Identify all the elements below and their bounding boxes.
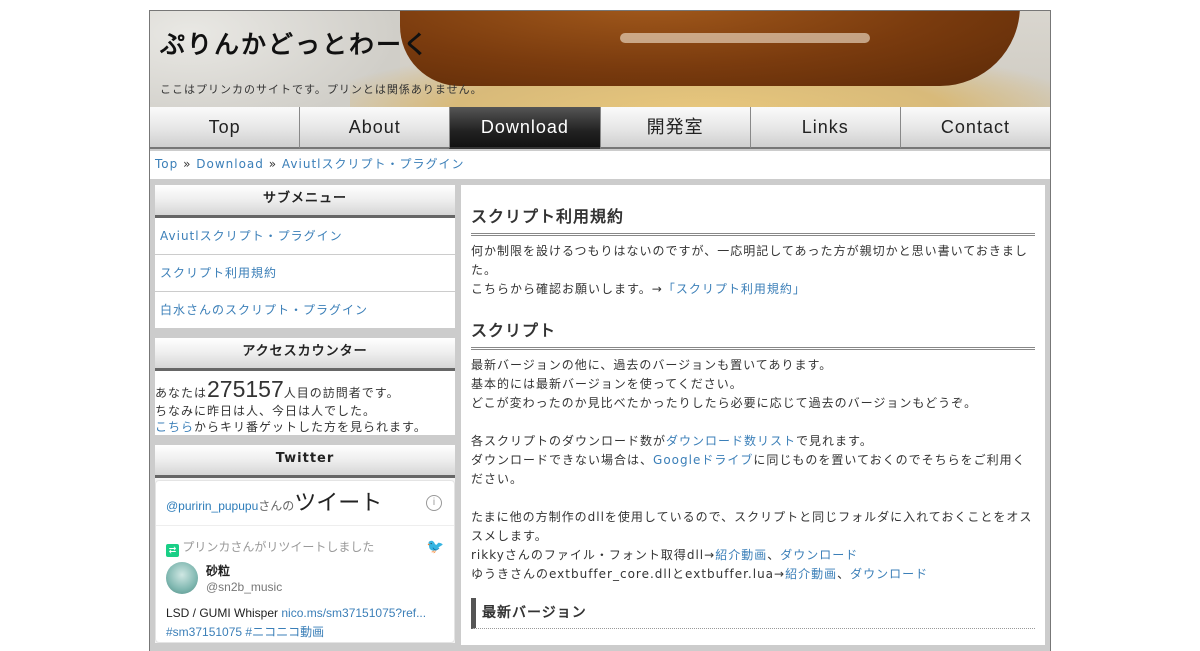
nav-dev-room[interactable]: 開発室 — [599, 107, 750, 149]
counter-line-1: あなたは275157人目の訪問者です。 — [155, 371, 455, 403]
site-header: ぷりんかどっとわーく ここはプリンカのサイトです。プリンとは関係ありません。 — [150, 11, 1050, 107]
terms-text: 何か制限を設けるつもりはないのですが、一応明記してあった方が親切かと思い書いてお… — [471, 244, 1028, 277]
section-title-latest: 最新バージョン — [471, 598, 1035, 629]
retweet-note: プリンカさんがリツイートしました — [182, 540, 375, 554]
main-content: スクリプト利用規約 何か制限を設けるつもりはないのですが、一応明記してあった方が… — [461, 185, 1045, 645]
tweet-user-name[interactable]: 砂粒 — [206, 562, 230, 579]
spacer — [155, 435, 455, 445]
scripts-line-3: どこが変わったのか見比べたかったりしたら必要に応じて過去のバージョンもどうぞ。 — [471, 396, 978, 410]
terms-link[interactable]: 「スクリプト利用規約」 — [663, 282, 806, 296]
counter-line-3-text: からキリ番ゲットした方を見られます。 — [194, 420, 427, 434]
section-title-scripts: スクリプト — [471, 299, 1035, 350]
header-background-shine — [620, 33, 870, 43]
nav-contact[interactable]: Contact — [899, 107, 1051, 149]
submenu: Aviutlスクリプト・プラグイン スクリプト利用規約 白水さんのスクリプト・プ… — [155, 218, 455, 328]
submenu-title: サブメニュー — [155, 185, 455, 218]
yuuki-download-link[interactable]: ダウンロード — [850, 567, 928, 581]
download-count-link[interactable]: ダウンロード数リスト — [666, 434, 796, 448]
rikky-download-link[interactable]: ダウンロード — [780, 548, 858, 562]
scripts-paragraph: 最新バージョンの他に、過去のバージョンも置いてあります。 基本的には最新バージョ… — [471, 356, 1035, 584]
retweet-icon: ⇄ — [166, 544, 179, 557]
page-wrapper: ぷりんかどっとわーく ここはプリンカのサイトです。プリンとは関係ありません。 T… — [149, 10, 1051, 651]
twitter-title: Twitter — [155, 445, 455, 478]
counter-title: アクセスカウンター — [155, 338, 455, 371]
nav-about[interactable]: About — [299, 107, 450, 149]
scripts-line-8-prefix: ゆうきさんのextbuffer_core.dllとextbuffer.lua→ — [471, 567, 786, 581]
twitter-header: @puririn_pupupuさんのツイート i — [156, 481, 454, 526]
scripts-line-4-prefix: 各スクリプトのダウンロード数が — [471, 434, 667, 448]
breadcrumb-current[interactable]: Aviutlスクリプト・プラグイン — [282, 157, 465, 171]
submenu-link[interactable]: スクリプト利用規約 — [160, 266, 277, 280]
tweet-body: LSD / GUMI Whisper — [166, 606, 282, 620]
terms-paragraph: 何か制限を設けるつもりはないのですが、一応明記してあった方が親切かと思い書いてお… — [471, 242, 1035, 299]
breadcrumb-separator: » — [183, 157, 192, 171]
sidebar: サブメニュー Aviutlスクリプト・プラグイン スクリプト利用規約 白水さんの… — [155, 185, 455, 643]
submenu-item-aviutl[interactable]: Aviutlスクリプト・プラグイン — [155, 218, 455, 255]
twitter-san-no: さんの — [258, 499, 295, 513]
breadcrumb-top[interactable]: Top — [155, 157, 178, 171]
twitter-timeline: @puririn_pupupuさんのツイート i ⇄ プリンカさんがリツイートし… — [155, 480, 455, 643]
tweet-link[interactable]: nico.ms/sm37151075?ref... — [281, 606, 426, 620]
comma: 、 — [767, 548, 781, 562]
submenu-link[interactable]: 白水さんのスクリプト・プラグイン — [160, 303, 368, 317]
nav-top[interactable]: Top — [150, 107, 300, 149]
yuuki-video-link[interactable]: 紹介動画 — [785, 567, 837, 581]
header-background-caramel — [400, 11, 1020, 86]
scripts-line-4-suffix: で見れます。 — [796, 434, 873, 448]
tweet-tags[interactable]: #sm37151075 #ニコニコ動画 — [166, 625, 324, 639]
tweet-author[interactable]: 砂粒 @sn2b_music — [166, 562, 444, 598]
tweet-text: LSD / GUMI Whisper nico.ms/sm37151075?re… — [166, 604, 444, 642]
counter-line-2: ちなみに昨日は人、今日は人でした。 — [155, 404, 377, 418]
counter-value: 275157 — [207, 376, 284, 402]
scripts-line-5-prefix: ダウンロードできない場合は、 — [471, 453, 654, 467]
comma: 、 — [837, 567, 851, 581]
twitter-handle-link[interactable]: @puririn_pupupu — [166, 499, 258, 513]
google-drive-link[interactable]: Googleドライブ — [653, 453, 753, 467]
counter-suffix: 人目の訪問者です。 — [283, 386, 400, 400]
counter-prefix: あなたは — [155, 386, 208, 400]
nav-links[interactable]: Links — [749, 107, 900, 149]
global-nav: Top About Download 開発室 Links Contact — [150, 107, 1051, 149]
tweet-user-handle[interactable]: @sn2b_music — [206, 580, 282, 594]
terms-link-prefix: こちらから確認お願いします。→ — [471, 282, 663, 296]
twitter-widget: @puririn_pupupuさんのツイート i ⇄ プリンカさんがリツイートし… — [155, 478, 455, 643]
retweet-row: ⇄ プリンカさんがリツイートしました — [166, 538, 444, 557]
site-description: ここはプリンカのサイトです。プリンとは関係ありません。 — [160, 83, 483, 96]
submenu-item-hakusui[interactable]: 白水さんのスクリプト・プラグイン — [155, 292, 455, 328]
avatar[interactable] — [166, 562, 198, 594]
section-title-terms: スクリプト利用規約 — [471, 185, 1035, 236]
scripts-line-2: 基本的には最新バージョンを使ってください。 — [471, 377, 743, 391]
scripts-line-7-prefix: rikkyさんのファイル・フォント取得dll→ — [471, 548, 716, 562]
twitter-bird-icon: 🐦 — [426, 538, 444, 554]
rikky-video-link[interactable]: 紹介動画 — [715, 548, 767, 562]
counter-line-3: こちらからキリ番ゲットした方を見られます。 — [155, 419, 455, 435]
twitter-tweets-label: ツイート — [294, 490, 383, 515]
breadcrumb-separator: » — [268, 157, 278, 171]
scripts-line-1: 最新バージョンの他に、過去のバージョンも置いてあります。 — [471, 358, 833, 372]
breadcrumb: Top » Download » Aviutlスクリプト・プラグイン — [150, 151, 1050, 179]
submenu-link[interactable]: Aviutlスクリプト・プラグイン — [160, 229, 343, 243]
nav-download[interactable]: Download — [449, 107, 600, 149]
breadcrumb-download[interactable]: Download — [196, 157, 264, 171]
submenu-item-terms[interactable]: スクリプト利用規約 — [155, 255, 455, 292]
access-counter: あなたは275157人目の訪問者です。 ちなみに昨日は人、今日は人でした。 こち… — [155, 371, 455, 435]
info-icon[interactable]: i — [426, 495, 442, 511]
scripts-line-6: たまに他の方制作のdllを使用しているので、スクリプトと同じフォルダに入れておく… — [471, 510, 1033, 543]
counter-link[interactable]: こちら — [155, 420, 194, 434]
tweet[interactable]: ⇄ プリンカさんがリツイートしました 🐦 砂粒 @sn2b_music LSD … — [156, 526, 454, 642]
spacer — [155, 328, 455, 338]
site-title[interactable]: ぷりんかどっとわーく — [160, 25, 430, 61]
